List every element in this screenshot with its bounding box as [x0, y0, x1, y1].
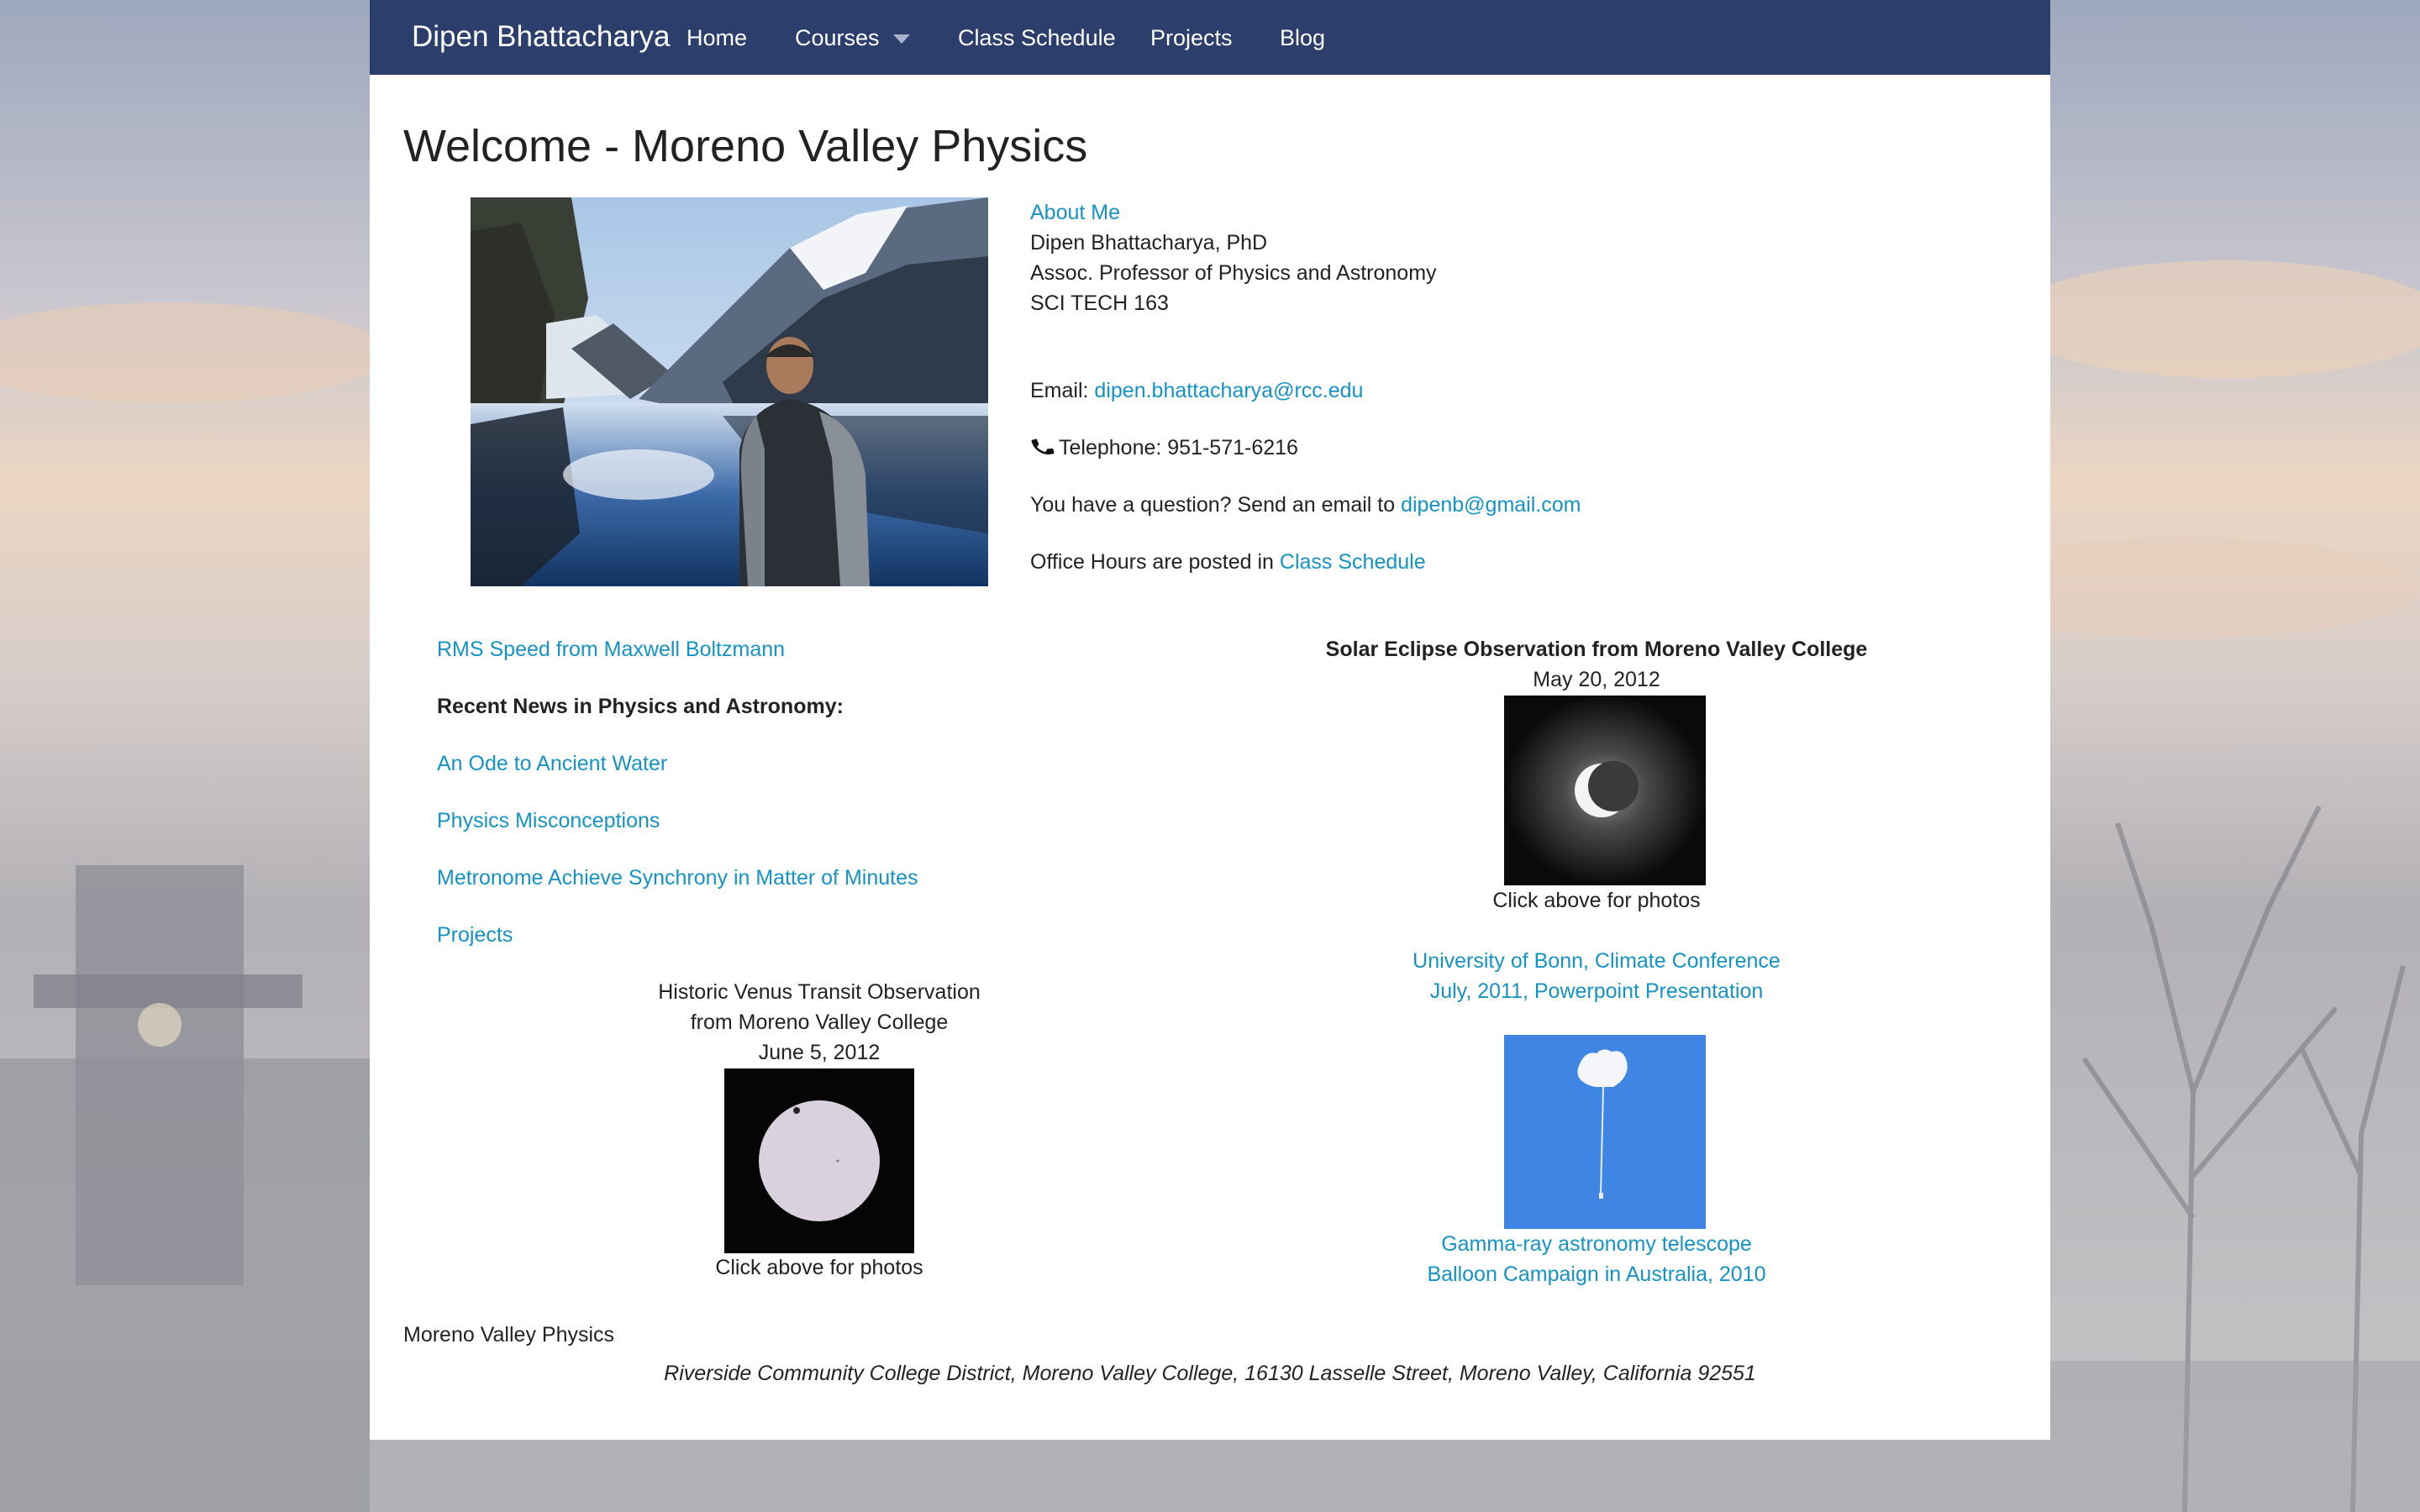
venus-date: June 5, 2012: [758, 1041, 881, 1064]
phone-icon: [1031, 438, 1055, 454]
venus-transit-photo[interactable]: [724, 1068, 914, 1253]
nav-courses-label: Courses: [795, 25, 880, 50]
brand-link[interactable]: Dipen Bhattacharya: [412, 17, 670, 57]
venus-title-line2: from Moreno Valley College: [690, 1011, 949, 1034]
nav-projects[interactable]: Projects: [1150, 21, 1233, 55]
bonn-conference-link-line1[interactable]: University of Bonn, Climate Conference: [1302, 946, 1891, 976]
about-office: SCI TECH 163: [1030, 291, 1169, 315]
about-position: Assoc. Professor of Physics and Astronom…: [1030, 261, 1437, 285]
balloon-campaign-photo[interactable]: [1504, 1035, 1706, 1229]
question-email-link[interactable]: dipenb@gmail.com: [1401, 493, 1581, 517]
gamma-ray-link-line1[interactable]: Gamma-ray astronomy telescope: [1302, 1229, 1891, 1259]
nav-courses[interactable]: Courses: [795, 21, 910, 55]
office-hours-schedule-link[interactable]: Class Schedule: [1280, 550, 1426, 574]
office-hours-text: Office Hours are posted in: [1030, 550, 1274, 574]
news-link-metronome[interactable]: Metronome Achieve Synchrony in Matter of…: [437, 863, 918, 893]
eclipse-date: May 20, 2012: [1533, 668, 1660, 691]
news-link-ancient-water[interactable]: An Ode to Ancient Water: [437, 748, 667, 779]
gamma-ray-link-line2[interactable]: Balloon Campaign in Australia, 2010: [1302, 1259, 1891, 1289]
telephone-text: Telephone: 951-571-6216: [1059, 436, 1298, 459]
top-navbar: Dipen Bhattacharya Home Courses Class Sc…: [370, 0, 2050, 75]
eclipse-caption: Click above for photos: [1492, 889, 1701, 912]
email-label: Email:: [1030, 379, 1089, 402]
telephone-line: Telephone: 951-571-6216: [1030, 433, 1298, 463]
question-text: You have a question? Send an email to: [1030, 493, 1396, 517]
about-name: Dipen Bhattacharya, PhD: [1030, 231, 1268, 255]
venus-transit-image: [724, 1068, 914, 1253]
nav-blog[interactable]: Blog: [1280, 21, 1325, 55]
page-container: Dipen Bhattacharya Home Courses Class Sc…: [370, 0, 2050, 1440]
solar-eclipse-photo[interactable]: [1504, 696, 1706, 885]
profile-photo: [471, 197, 988, 586]
bonn-conference-link-line2[interactable]: July, 2011, Powerpoint Presentation: [1302, 976, 1891, 1006]
venus-caption: Click above for photos: [715, 1256, 923, 1279]
email-line: Email: dipen.bhattacharya@rcc.edu: [1030, 375, 1363, 406]
chevron-down-icon: [892, 34, 910, 45]
balloon-campaign-image: [1504, 1035, 1706, 1229]
nav-home[interactable]: Home: [687, 21, 747, 55]
solar-eclipse-image: [1504, 696, 1706, 885]
eclipse-title: Solar Eclipse Observation from Moreno Va…: [1325, 638, 1868, 661]
footer-site-name: Moreno Valley Physics: [403, 1323, 615, 1347]
question-line: You have a question? Send an email to di…: [1030, 490, 1581, 520]
news-link-misconceptions[interactable]: Physics Misconceptions: [437, 806, 660, 836]
about-me-link[interactable]: About Me: [1030, 197, 1120, 228]
footer-address: Riverside Community College District, Mo…: [664, 1362, 1756, 1385]
rms-speed-link[interactable]: RMS Speed from Maxwell Boltzmann: [437, 634, 785, 664]
email-link[interactable]: dipen.bhattacharya@rcc.edu: [1094, 379, 1363, 402]
page-title: Welcome - Moreno Valley Physics: [403, 121, 1088, 171]
news-link-projects[interactable]: Projects: [437, 920, 513, 950]
nav-class-schedule[interactable]: Class Schedule: [958, 21, 1116, 55]
office-hours-line: Office Hours are posted in Class Schedul…: [1030, 547, 1426, 577]
profile-photo-image: [471, 197, 988, 586]
news-heading: Recent News in Physics and Astronomy:: [437, 695, 844, 718]
venus-title-line1: Historic Venus Transit Observation: [658, 980, 981, 1004]
